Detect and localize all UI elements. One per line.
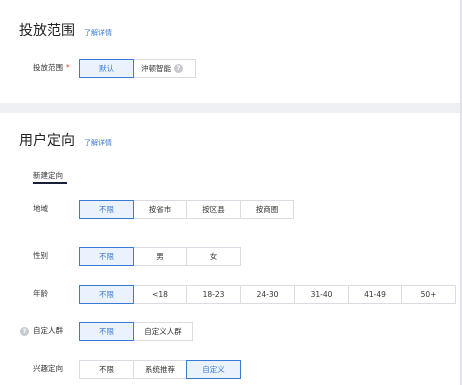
gender-option-any[interactable]: 不限 xyxy=(79,247,134,266)
age-options: 不限 <18 18-23 24-30 31-40 41-49 50+ xyxy=(79,285,456,304)
interest-option-recommended[interactable]: 系统推荐 xyxy=(133,360,187,379)
scope-detail-link[interactable]: 了解详情 xyxy=(84,28,112,38)
age-option-41-49[interactable]: 41-49 xyxy=(348,285,402,304)
scope-option-smart-label: 沖顿智能 xyxy=(141,64,171,73)
custom-help-icon[interactable]: ? xyxy=(20,327,29,336)
scope-option-smart[interactable]: 沖顿智能 ? xyxy=(133,59,196,78)
region-option-any[interactable]: 不限 xyxy=(79,200,134,219)
age-label: 年龄 xyxy=(33,289,48,298)
scope-label: 投放范围 * xyxy=(33,62,70,74)
region-option-business[interactable]: 按商圈 xyxy=(240,200,294,219)
interest-options: 不限 系统推荐 自定义 xyxy=(79,360,241,379)
scope-title: 投放范围 xyxy=(19,23,75,39)
age-option-any[interactable]: 不限 xyxy=(79,285,134,304)
user-detail-link[interactable]: 了解详情 xyxy=(84,138,112,148)
age-option-under18[interactable]: <18 xyxy=(133,285,187,304)
tab-new-targeting[interactable]: 新建定向 xyxy=(33,170,63,182)
help-icon[interactable]: ? xyxy=(174,64,183,73)
required-mark: * xyxy=(66,63,70,72)
age-option-18-23[interactable]: 18-23 xyxy=(186,285,241,304)
interest-option-any[interactable]: 不限 xyxy=(79,360,134,379)
region-option-province[interactable]: 按省市 xyxy=(133,200,187,219)
age-option-24-30[interactable]: 24-30 xyxy=(240,285,295,304)
age-option-31-40[interactable]: 31-40 xyxy=(294,285,349,304)
scope-label-text: 投放范围 xyxy=(33,63,63,72)
interest-label: 兴趣定向 xyxy=(33,364,63,373)
custom-label: 自定人群 xyxy=(33,326,63,335)
region-label: 地域 xyxy=(33,204,48,213)
scope-panel: 投放范围 了解详情 投放范围 * 默认 沖顿智能 ? xyxy=(0,0,460,103)
interest-option-custom[interactable]: 自定义 xyxy=(186,360,241,379)
gender-label: 性别 xyxy=(33,251,48,260)
user-title: 用户定向 xyxy=(19,133,75,149)
tab-underline xyxy=(33,182,67,184)
age-option-50plus[interactable]: 50+ xyxy=(401,285,456,304)
gender-options: 不限 男 女 xyxy=(79,247,241,266)
region-option-district[interactable]: 按区县 xyxy=(186,200,241,219)
gender-option-male[interactable]: 男 xyxy=(133,247,187,266)
custom-options: 不限 自定义人群 xyxy=(79,322,193,341)
gender-option-female[interactable]: 女 xyxy=(186,247,241,266)
scope-option-default[interactable]: 默认 xyxy=(79,59,134,78)
custom-option-custom[interactable]: 自定义人群 xyxy=(133,322,193,341)
custom-option-any[interactable]: 不限 xyxy=(79,322,134,341)
scope-options: 默认 沖顿智能 ? xyxy=(79,59,196,78)
region-options: 不限 按省市 按区县 按商圈 xyxy=(79,200,294,219)
